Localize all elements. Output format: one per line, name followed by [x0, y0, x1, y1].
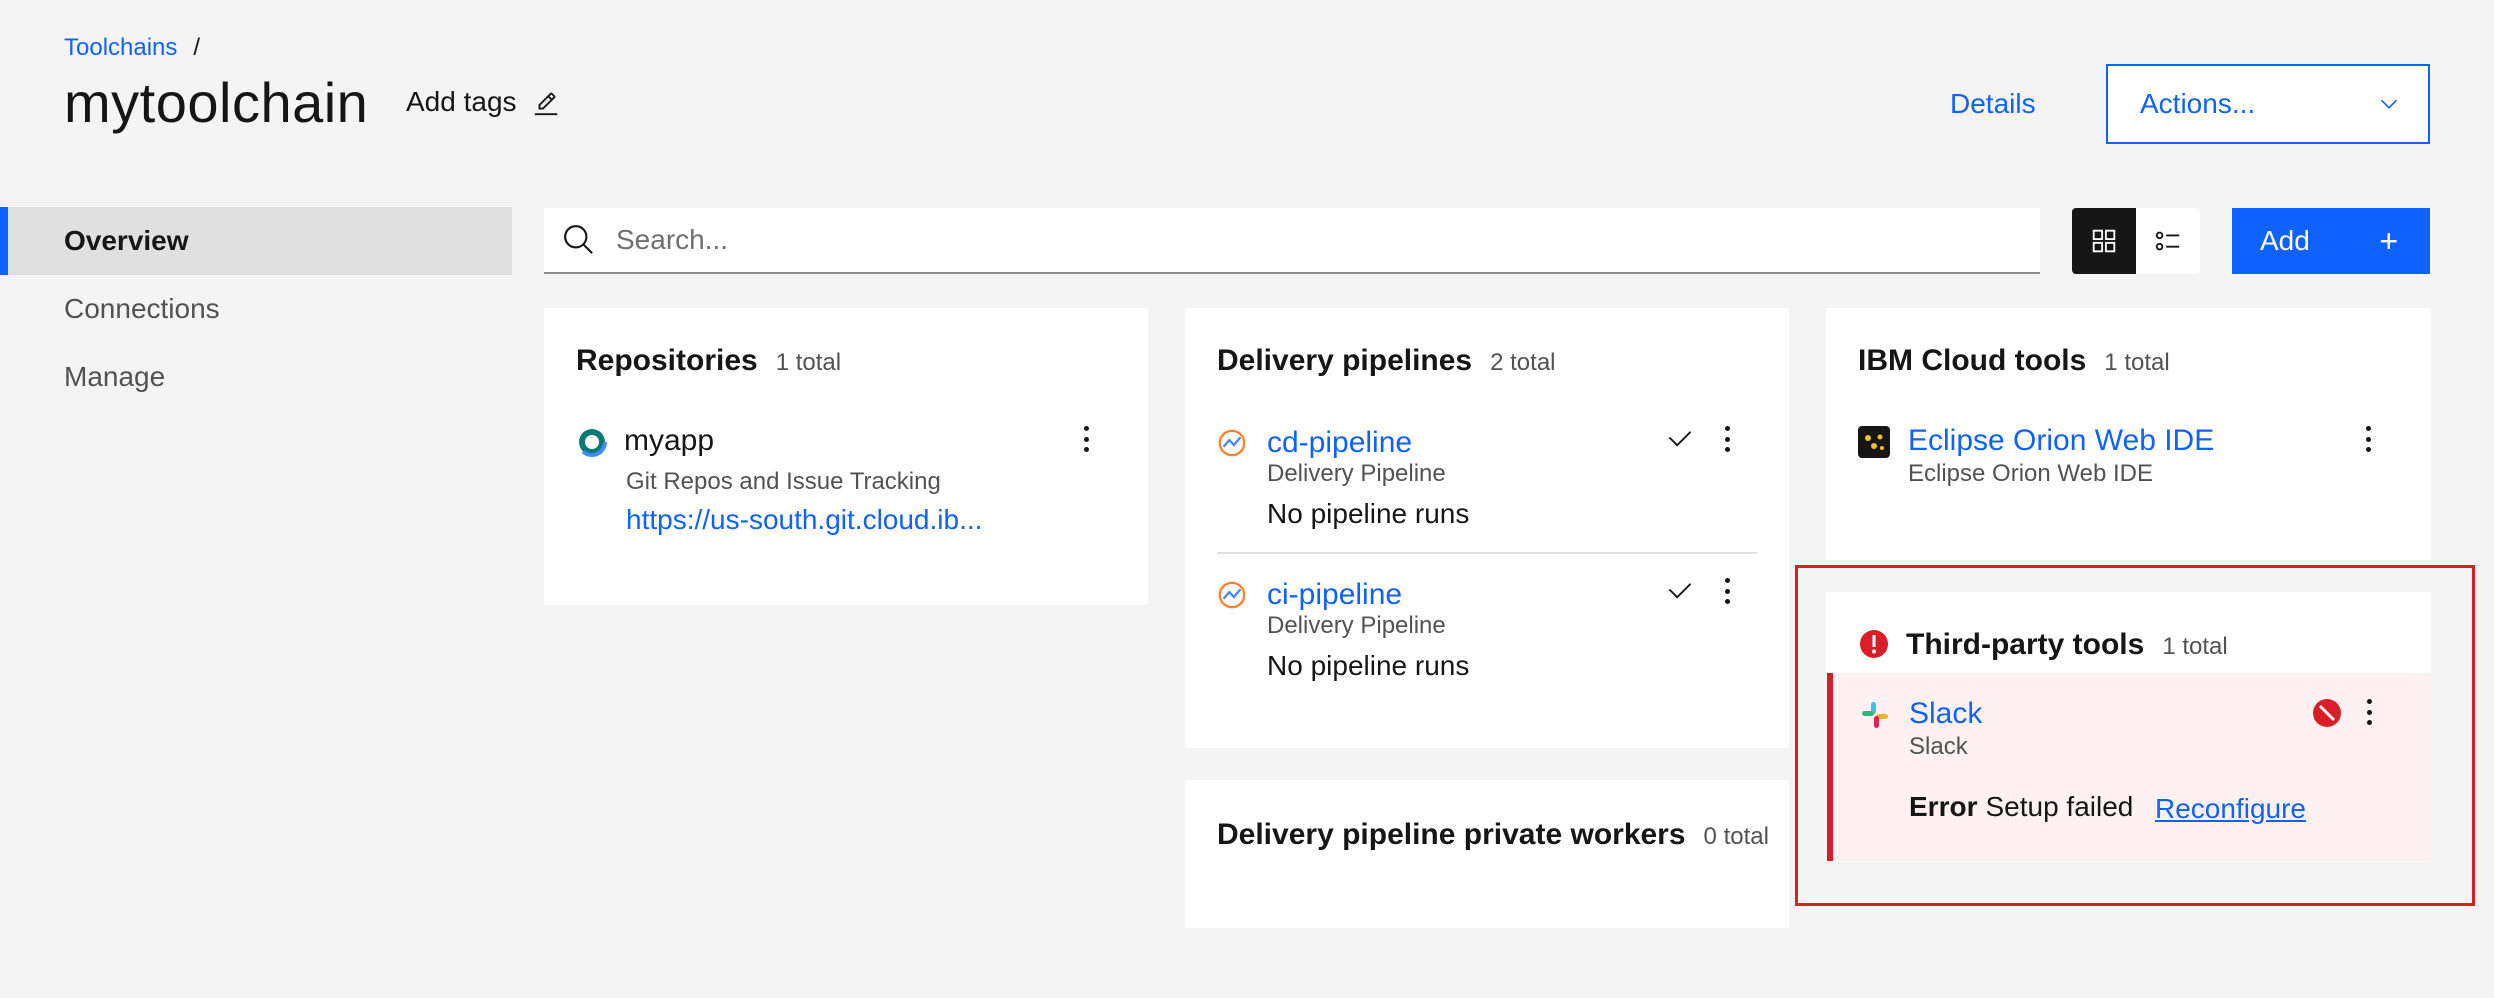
grid-view-button[interactable] — [2072, 208, 2136, 274]
add-tool-button[interactable]: Add + — [2232, 208, 2430, 274]
breadcrumb-toolchains-link[interactable]: Toolchains — [64, 34, 177, 62]
orion-ide-icon — [1858, 426, 1890, 458]
orion-ide-link[interactable]: Eclipse Orion Web IDE — [1908, 424, 2214, 458]
repositories-card: Repositories 1 total myapp Git Repos and … — [544, 308, 1148, 605]
ci-pipeline-type: Delivery Pipeline — [1267, 612, 1446, 639]
error-highlight-frame — [1795, 565, 2475, 906]
add-tags-button[interactable]: Add tags — [406, 86, 561, 118]
sidebar-nav: Overview Connections Manage — [0, 207, 512, 411]
actions-dropdown[interactable]: Actions... — [2106, 64, 2430, 144]
ibm-cloud-tools-count: 1 total — [2104, 349, 2170, 376]
overflow-menu-icon[interactable] — [1076, 422, 1096, 456]
git-repo-icon — [577, 427, 607, 457]
edit-pencil-icon — [534, 92, 557, 116]
search-icon — [564, 225, 593, 254]
plus-icon: + — [2379, 223, 2398, 259]
orion-ide-type: Eclipse Orion Web IDE — [1908, 460, 2153, 487]
delivery-pipelines-card: Delivery pipelines 2 total cd-pipeline De… — [1185, 308, 1789, 748]
repositories-count: 1 total — [775, 349, 842, 376]
overflow-menu-icon[interactable] — [1717, 422, 1737, 456]
private-workers-count: 0 total — [1703, 823, 1769, 850]
card-title: Repositories 1 total — [576, 344, 841, 378]
repositories-title: Repositories — [576, 344, 758, 377]
cd-pipeline-status: No pipeline runs — [1267, 498, 1470, 529]
repo-type: Git Repos and Issue Tracking — [626, 468, 941, 495]
repo-url-link[interactable]: https://us-south.git.cloud.ib... — [626, 504, 982, 536]
grid-view-icon — [2092, 229, 2116, 253]
add-button-label: Add — [2260, 225, 2310, 256]
chevron-down-icon — [2380, 99, 2398, 109]
ci-pipeline-status: No pipeline runs — [1267, 650, 1470, 681]
breadcrumb: Toolchains / — [64, 34, 200, 62]
pipeline-icon — [1218, 429, 1246, 457]
cd-pipeline-type: Delivery Pipeline — [1267, 460, 1446, 487]
cd-pipeline-link[interactable]: cd-pipeline — [1267, 426, 1412, 460]
add-tags-label: Add tags — [406, 86, 517, 117]
overflow-menu-icon[interactable] — [2358, 422, 2378, 456]
delivery-pipelines-count: 2 total — [1490, 349, 1556, 376]
ci-pipeline-link[interactable]: ci-pipeline — [1267, 578, 1402, 612]
sidebar-item-overview[interactable]: Overview — [0, 207, 512, 275]
card-title: Delivery pipeline private workers 0 total — [1217, 818, 1769, 852]
actions-dropdown-label: Actions... — [2140, 88, 2256, 119]
card-title: Delivery pipelines 2 total — [1217, 344, 1556, 378]
pipeline-icon — [1218, 581, 1246, 609]
checkmark-icon — [1668, 583, 1692, 599]
ibm-cloud-tools-card: IBM Cloud tools 1 total Eclipse Orion Web… — [1826, 308, 2431, 560]
checkmark-icon — [1668, 431, 1692, 447]
list-view-button[interactable] — [2136, 208, 2200, 274]
private-workers-card: Delivery pipeline private workers 0 total — [1185, 780, 1789, 928]
ibm-cloud-tools-title: IBM Cloud tools — [1858, 344, 2087, 377]
sidebar-item-connections[interactable]: Connections — [0, 275, 512, 343]
divider — [1217, 552, 1757, 554]
delivery-pipelines-title: Delivery pipelines — [1217, 344, 1473, 377]
sidebar-item-manage[interactable]: Manage — [0, 343, 512, 411]
breadcrumb-separator: / — [193, 34, 201, 61]
details-link[interactable]: Details — [1950, 88, 2036, 120]
card-title: IBM Cloud tools 1 total — [1858, 344, 2170, 378]
search-bar — [544, 208, 2040, 274]
repo-name[interactable]: myapp — [624, 424, 714, 458]
search-input[interactable] — [616, 224, 1916, 256]
overflow-menu-icon[interactable] — [1717, 574, 1737, 608]
view-toggle — [2072, 208, 2200, 274]
list-view-icon — [2155, 231, 2180, 251]
page-title: mytoolchain — [64, 71, 369, 134]
private-workers-title: Delivery pipeline private workers — [1217, 818, 1686, 851]
